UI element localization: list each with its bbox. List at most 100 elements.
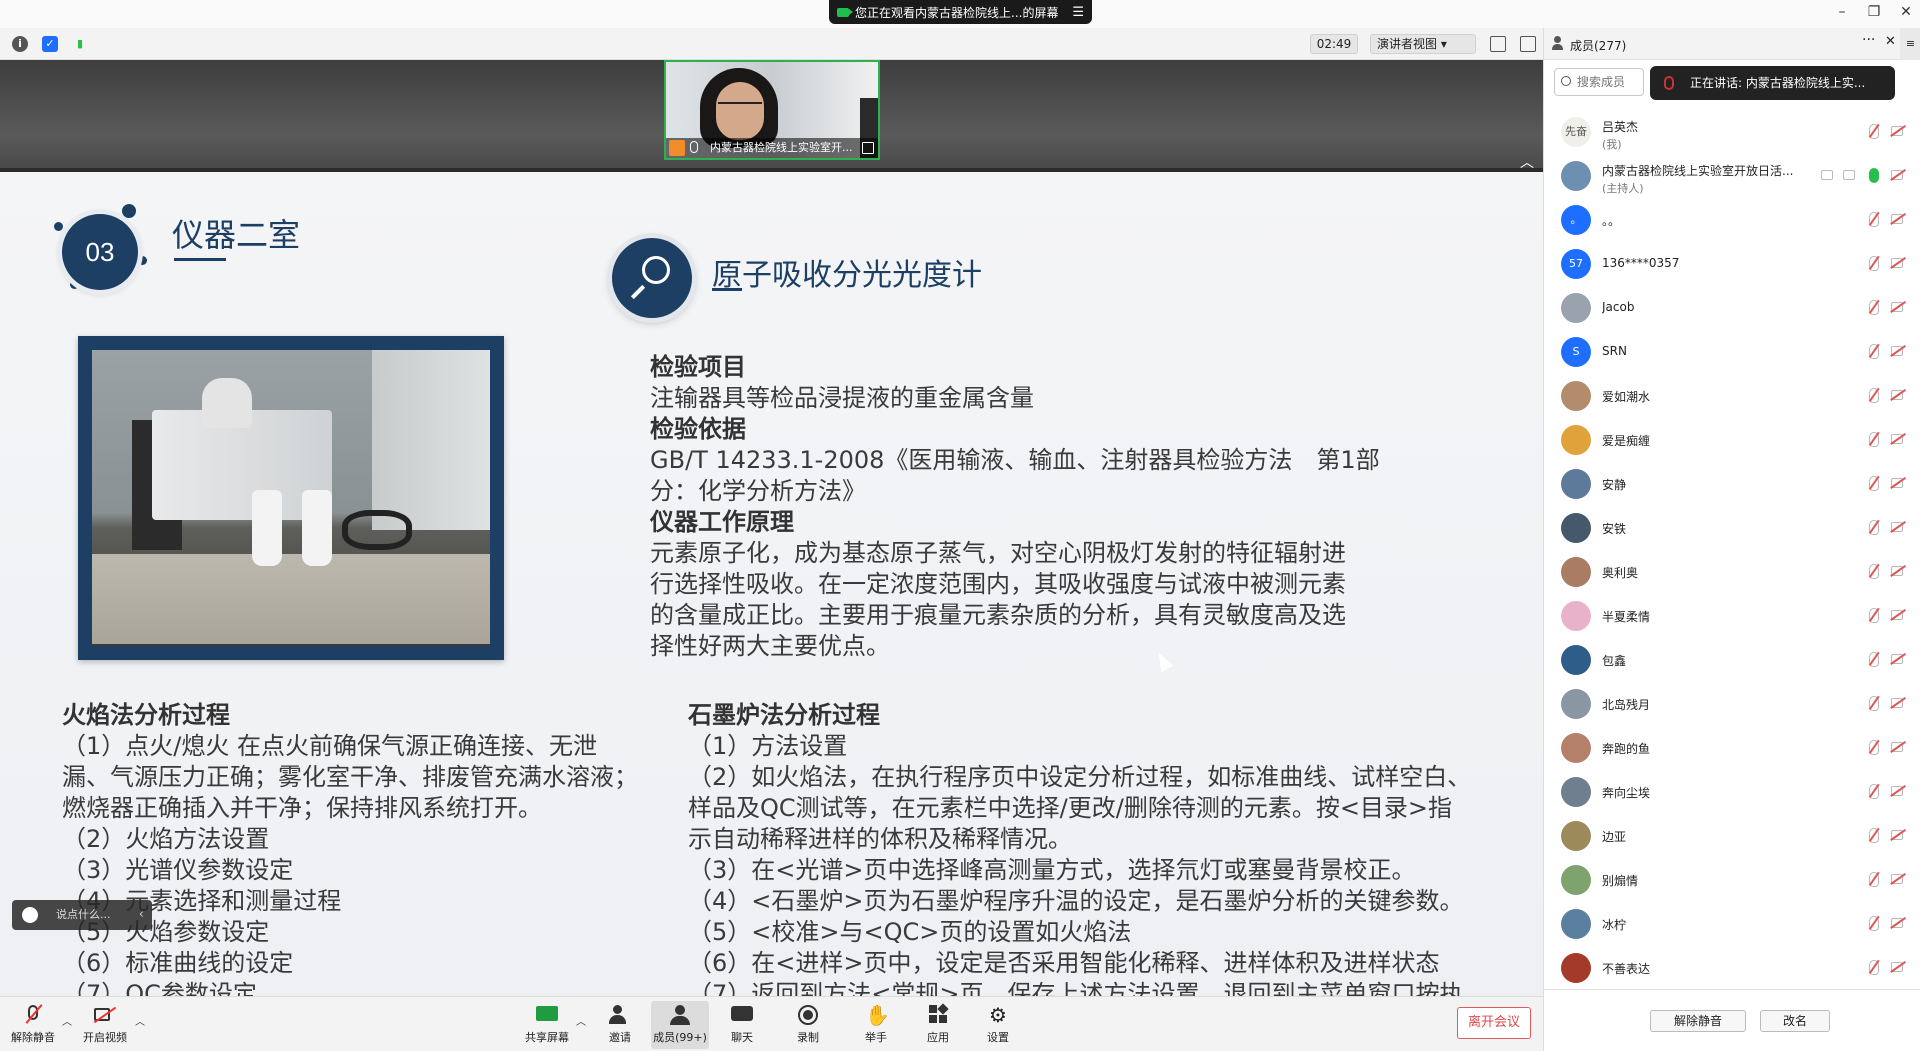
chevron-up-icon[interactable]: ︿ xyxy=(62,1013,72,1028)
muted-microphone-icon[interactable] xyxy=(1869,344,1879,359)
member-row[interactable]: 安静 xyxy=(1544,462,1920,506)
fullscreen-icon[interactable] xyxy=(862,142,874,154)
leave-meeting-button[interactable]: 离开会议 xyxy=(1457,1007,1531,1039)
member-row[interactable]: 内蒙古器检院线上实验室开放日活... (主持人) xyxy=(1544,154,1920,198)
restore-icon[interactable]: ❐ xyxy=(1864,4,1884,20)
muted-microphone-icon[interactable] xyxy=(1869,432,1879,447)
video-off-icon[interactable] xyxy=(1891,962,1903,972)
presenter-video-tile[interactable]: 内蒙古器检院线上实验室开... xyxy=(664,60,880,160)
muted-microphone-icon[interactable] xyxy=(1869,476,1879,491)
member-row[interactable]: 安铁 xyxy=(1544,506,1920,550)
speaking-text: 正在讲话: 内蒙古器检院线上实... xyxy=(1690,76,1866,90)
invite-button[interactable]: 邀请 xyxy=(600,1001,640,1049)
member-row[interactable]: 北岛残月 xyxy=(1544,682,1920,726)
panel-toggle-icon[interactable] xyxy=(1520,36,1536,52)
apps-button[interactable]: 应用 xyxy=(918,1001,958,1049)
video-off-icon[interactable] xyxy=(1891,302,1903,312)
menu-icon[interactable]: ☰ xyxy=(1072,5,1084,20)
screen-share-banner[interactable]: 您正在观看内蒙古器检院线上...的屏幕 ☰ xyxy=(829,0,1092,24)
video-off-icon[interactable] xyxy=(1891,478,1903,488)
video-off-icon[interactable] xyxy=(1891,786,1903,796)
view-mode-select[interactable]: 演讲者视图 ▾ xyxy=(1370,34,1476,54)
member-row[interactable]: 半夏柔情 xyxy=(1544,594,1920,638)
members-button[interactable]: 成员(99+) xyxy=(651,1001,709,1049)
signal-icon[interactable]: ▮ xyxy=(72,36,88,52)
muted-microphone-icon[interactable] xyxy=(1869,300,1879,315)
video-off-icon[interactable] xyxy=(1891,566,1903,576)
rename-button[interactable]: 改名 xyxy=(1760,1010,1830,1032)
chevron-left-icon[interactable]: ‹ xyxy=(139,900,144,930)
close-icon[interactable]: ✕ xyxy=(1896,4,1916,20)
minimize-icon[interactable]: – xyxy=(1832,4,1852,20)
video-off-icon[interactable] xyxy=(1891,170,1903,180)
member-row[interactable]: 冰柠 xyxy=(1544,902,1920,946)
member-row[interactable]: 包鑫 xyxy=(1544,638,1920,682)
member-row[interactable]: 边亚 xyxy=(1544,814,1920,858)
share-screen-button[interactable]: 共享屏幕 xyxy=(522,1001,572,1049)
video-off-icon[interactable] xyxy=(1891,698,1903,708)
microphone-icon[interactable] xyxy=(1869,168,1879,183)
unmute-all-button[interactable]: 解除静音 xyxy=(1650,1010,1746,1032)
fullscreen-icon[interactable] xyxy=(1490,36,1506,52)
settings-button[interactable]: ⚙ 设置 xyxy=(978,1001,1018,1049)
unmute-button[interactable]: 解除静音 xyxy=(8,1001,58,1049)
video-off-icon[interactable] xyxy=(1891,434,1903,444)
menu-icon[interactable]: ≡ xyxy=(1900,28,1920,60)
member-row[interactable]: 。。。 xyxy=(1544,198,1920,242)
video-off-icon[interactable] xyxy=(1891,214,1903,224)
video-off-icon[interactable] xyxy=(1891,346,1903,356)
muted-microphone-icon[interactable] xyxy=(1869,520,1879,535)
start-video-button[interactable]: 开启视频 xyxy=(80,1001,130,1049)
chat-quick-input[interactable]: 说点什么... ‹ xyxy=(12,900,152,930)
raise-hand-button[interactable]: ✋ 举手 xyxy=(856,1001,896,1049)
member-row[interactable]: 奔跑的鱼 xyxy=(1544,726,1920,770)
chat-button[interactable]: 聊天 xyxy=(722,1001,762,1049)
video-off-icon[interactable] xyxy=(1891,830,1903,840)
title-underline xyxy=(712,288,742,291)
muted-microphone-icon[interactable] xyxy=(1869,960,1879,975)
muted-microphone-icon[interactable] xyxy=(1869,564,1879,579)
close-icon[interactable]: ✕ xyxy=(1885,34,1896,49)
muted-microphone-icon[interactable] xyxy=(1869,696,1879,711)
muted-microphone-icon[interactable] xyxy=(1869,828,1879,843)
settings-label: 设置 xyxy=(987,1031,1009,1044)
chevron-up-icon[interactable]: ︿ xyxy=(576,1013,586,1028)
member-row[interactable]: 先奋 吕英杰 (我) xyxy=(1544,110,1920,154)
video-off-icon[interactable] xyxy=(1891,742,1903,752)
muted-microphone-icon[interactable] xyxy=(1869,124,1879,139)
avatar xyxy=(1561,557,1591,587)
search-input[interactable]: 搜索成员 xyxy=(1554,68,1644,96)
shield-icon[interactable]: ✓ xyxy=(42,36,58,52)
video-off-icon[interactable] xyxy=(1891,126,1903,136)
member-row[interactable]: 奥利奥 xyxy=(1544,550,1920,594)
muted-microphone-icon[interactable] xyxy=(1869,784,1879,799)
muted-microphone-icon[interactable] xyxy=(1869,388,1879,403)
muted-microphone-icon[interactable] xyxy=(1869,916,1879,931)
video-off-icon[interactable] xyxy=(1891,610,1903,620)
member-row[interactable]: 奔向尘埃 xyxy=(1544,770,1920,814)
video-off-icon[interactable] xyxy=(1891,522,1903,532)
member-row[interactable]: 爱如潮水 xyxy=(1544,374,1920,418)
member-row[interactable]: S SRN xyxy=(1544,330,1920,374)
video-off-icon[interactable] xyxy=(1891,918,1903,928)
record-button[interactable]: 录制 xyxy=(788,1001,828,1049)
muted-microphone-icon[interactable] xyxy=(1869,256,1879,271)
info-icon[interactable]: i xyxy=(12,36,28,52)
video-off-icon[interactable] xyxy=(1891,258,1903,268)
member-row[interactable]: 57 136****0357 xyxy=(1544,242,1920,286)
more-options-icon[interactable]: ··· xyxy=(1862,32,1875,48)
emoji-icon[interactable] xyxy=(22,907,38,923)
member-row[interactable]: 不善表达 xyxy=(1544,946,1920,990)
video-off-icon[interactable] xyxy=(1891,874,1903,884)
muted-microphone-icon[interactable] xyxy=(1869,652,1879,667)
member-row[interactable]: Jacob xyxy=(1544,286,1920,330)
member-row[interactable]: 爱是痴缠 xyxy=(1544,418,1920,462)
muted-microphone-icon[interactable] xyxy=(1869,740,1879,755)
muted-microphone-icon[interactable] xyxy=(1869,872,1879,887)
muted-microphone-icon[interactable] xyxy=(1869,212,1879,227)
video-off-icon[interactable] xyxy=(1891,654,1903,664)
muted-microphone-icon[interactable] xyxy=(1869,608,1879,623)
video-off-icon[interactable] xyxy=(1891,390,1903,400)
member-row[interactable]: 别煽情 xyxy=(1544,858,1920,902)
chevron-up-icon[interactable]: ︿ xyxy=(135,1013,145,1028)
